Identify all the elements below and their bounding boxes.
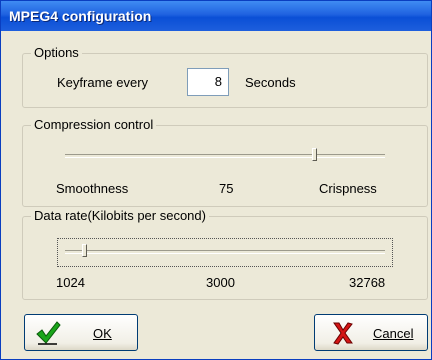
datarate-slider-track[interactable] [65,250,385,254]
smoothness-label: Smoothness [56,181,129,196]
title-bar[interactable]: MPEG4 configuration [1,1,431,31]
ok-button[interactable]: OK [24,314,138,351]
datarate-min-label: 1024 [56,275,85,290]
compression-value-label: 75 [219,181,234,196]
mpeg4-config-dialog: MPEG4 configuration Options Keyframe eve… [0,0,432,360]
seconds-label: Seconds [245,75,296,90]
cancel-button[interactable]: Cancel [314,314,428,351]
datarate-slider-thumb[interactable] [81,244,87,257]
options-legend: Options [31,45,82,60]
keyframe-input[interactable]: 8 [187,68,229,96]
datarate-max-label: 32768 [349,275,386,290]
datarate-mid-label: 3000 [206,275,235,290]
crispness-label: Crispness [319,181,377,196]
keyframe-label: Keyframe every [57,75,149,90]
compression-slider-thumb[interactable] [312,148,318,161]
checkmark-icon [35,320,61,349]
cancel-button-label: Cancel [373,326,414,341]
ok-button-label: OK [93,326,112,341]
datarate-legend: Data rate(Kilobits per second) [31,208,209,223]
red-x-icon [331,320,355,349]
compression-legend: Compression control [31,117,157,132]
window-title: MPEG4 configuration [9,8,152,24]
compression-slider-track[interactable] [65,154,385,158]
